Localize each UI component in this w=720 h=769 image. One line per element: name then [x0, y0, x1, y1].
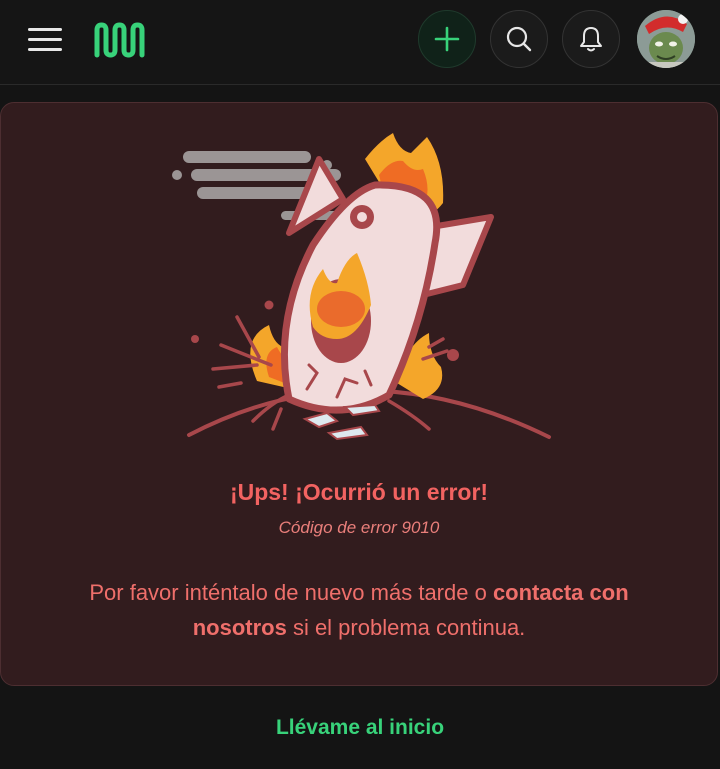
error-message-text: Por favor inténtalo de nuevo más tarde o [89, 580, 493, 605]
logo-icon[interactable] [92, 21, 148, 59]
error-card: ¡Ups! ¡Ocurrió un error! Código de error… [0, 102, 718, 686]
bell-icon [580, 27, 602, 52]
notifications-button[interactable] [562, 10, 620, 68]
hamburger-menu-icon[interactable] [28, 26, 64, 54]
home-link[interactable]: Llévame al inicio [0, 716, 720, 740]
top-bar [0, 0, 720, 85]
search-button[interactable] [490, 10, 548, 68]
error-message-suffix: si el problema continua. [286, 615, 526, 640]
error-title: ¡Ups! ¡Ocurrió un error! [229, 479, 489, 505]
error-code: Código de error 9010 [278, 518, 440, 537]
search-icon [506, 26, 532, 52]
avatar-image [637, 10, 695, 68]
crashed-rocket-illustration [172, 133, 551, 441]
rocket [280, 156, 494, 414]
plus-icon [434, 26, 460, 52]
add-button[interactable] [418, 10, 476, 68]
user-avatar[interactable] [637, 10, 695, 68]
error-message: Por favor inténtalo de nuevo más tarde o… [61, 575, 657, 645]
